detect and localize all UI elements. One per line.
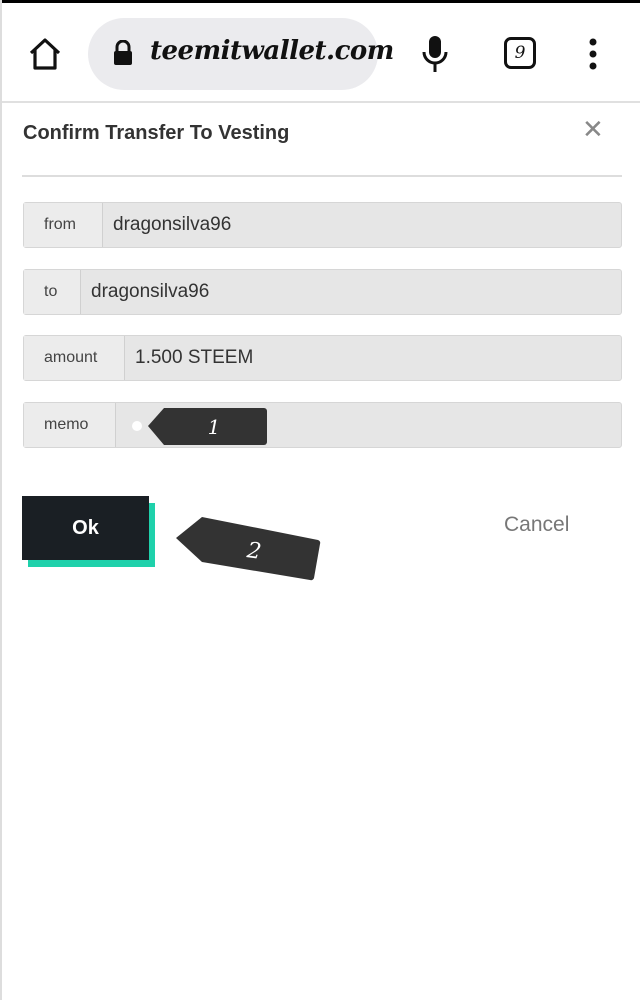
home-icon[interactable] <box>28 37 62 71</box>
dialog-title: Confirm Transfer To Vesting <box>23 122 290 144</box>
browser-toolbar: teemitwallet.com 9 <box>2 3 640 103</box>
to-value[interactable]: dragonsilva96 <box>81 270 621 314</box>
ok-button[interactable]: Ok <box>22 496 149 560</box>
tab-switcher-button[interactable]: 9 <box>504 37 536 69</box>
close-icon[interactable]: ✕ <box>582 114 604 145</box>
amount-value[interactable]: 1.500 STEEM <box>125 336 621 380</box>
memo-label: memo <box>24 403 116 447</box>
cancel-button[interactable]: Cancel <box>504 513 569 537</box>
annotation-tag-2: 2 <box>176 517 321 581</box>
divider <box>22 175 622 177</box>
url-text: teemitwallet.com <box>150 36 394 66</box>
annotation-tag-1: 1 <box>132 408 267 445</box>
amount-label: amount <box>24 336 125 380</box>
microphone-icon[interactable] <box>421 35 449 73</box>
to-label: to <box>24 270 81 314</box>
to-field[interactable]: to dragonsilva96 <box>23 269 622 315</box>
from-value[interactable]: dragonsilva96 <box>103 203 621 247</box>
from-field[interactable]: from dragonsilva96 <box>23 202 622 248</box>
from-label: from <box>24 203 103 247</box>
memo-field[interactable]: memo <box>23 402 622 448</box>
lock-icon <box>114 40 132 65</box>
address-bar[interactable]: teemitwallet.com <box>88 18 394 90</box>
more-menu-icon[interactable] <box>587 38 599 70</box>
amount-field[interactable]: amount 1.500 STEEM <box>23 335 622 381</box>
annotation-label-1: 1 <box>208 415 221 439</box>
